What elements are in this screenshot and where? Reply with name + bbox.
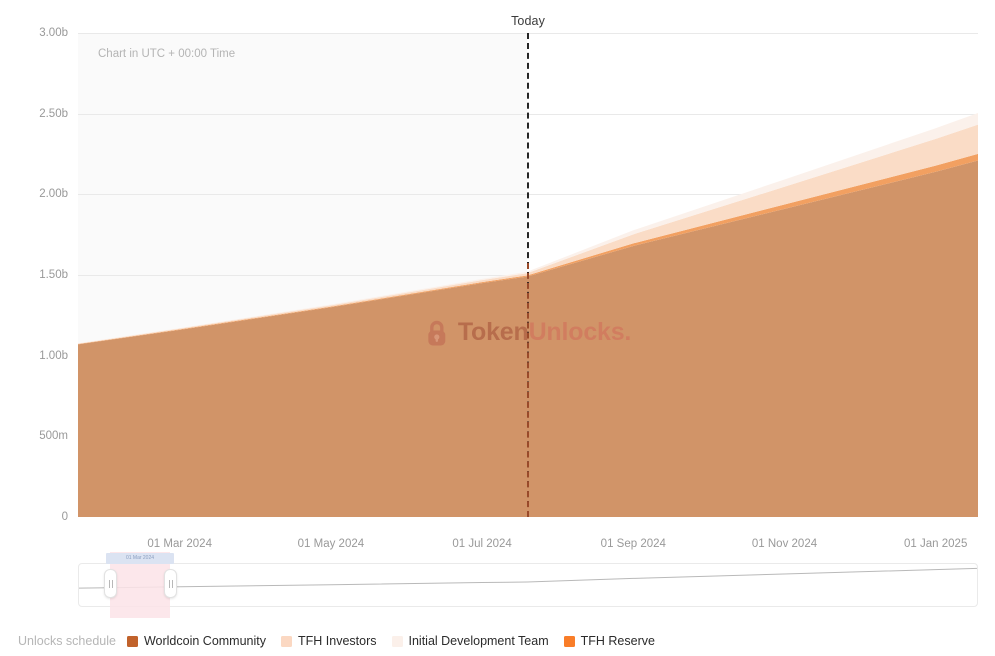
navigator-total-line [79,568,977,588]
x-axis-tick-label: 01 Mar 2024 [147,538,212,550]
x-axis: 01 Mar 2024 01 May 2024 01 Jul 2024 01 S… [78,538,978,558]
navigator-right-handle[interactable] [164,569,177,598]
legend-item-label: TFH Investors [298,634,377,648]
legend-swatch [563,635,575,647]
x-axis-tick-label: 01 May 2024 [297,538,365,550]
navigator-tooltip: 01 Mar 2024 [106,553,174,564]
legend-title: Unlocks schedule [18,634,116,648]
y-axis-tick-label: 2.00b [39,188,68,201]
legend-item-initial-development-team[interactable]: Initial Development Team [391,634,549,648]
x-axis-tick-label: 01 Sep 2024 [600,538,666,550]
legend-item-worldcoin-community[interactable]: Worldcoin Community [126,634,266,648]
legend-swatch [281,635,292,647]
legend-item-label: TFH Reserve [580,634,655,648]
y-axis-tick-label: 1.00b [39,349,68,362]
range-navigator[interactable]: 01 Mar 2024 [78,552,978,618]
token-unlocks-chart: Today 3.00b 2.50b 2.00b 1.50b 1.00b 500m… [0,0,995,656]
y-axis-tick-label: 1.50b [39,269,68,281]
legend-swatch [126,635,138,647]
navigator-left-handle[interactable] [104,569,117,598]
y-axis-tick-label: 2.50b [39,107,68,120]
legend-item-label: Worldcoin Community [143,634,266,648]
x-axis-tick-label: 01 Jan 2025 [904,538,968,550]
navigator-tooltip-label: 01 Mar 2024 [125,555,155,561]
legend-item-label: Initial Development Team [408,634,549,648]
y-axis-tick-label: 500m [39,430,68,443]
grip-line [112,580,113,588]
y-axis-tick-label: 3.00b [39,27,68,39]
today-marker-label: Today [511,14,545,28]
plot-area: Chart in UTC + 00:00 Time TokenUnlocks. [78,33,978,517]
chart-legend: Unlocks schedule Worldcoin Community TFH… [18,634,663,648]
navigator-sparkline [79,564,977,606]
utc-note: Chart in UTC + 00:00 Time [98,48,236,60]
grip-line [109,580,110,588]
x-axis-tick-label: 01 Nov 2024 [751,538,818,550]
grip-line [172,580,173,588]
x-axis-tick-label: 01 Jul 2024 [452,538,512,550]
grip-line [169,580,170,588]
y-axis-tick-label: 0 [61,511,68,523]
legend-item-tfh-investors[interactable]: TFH Investors [281,634,377,648]
today-dashed-line-overlay [527,263,529,517]
legend-swatch [391,635,403,647]
legend-item-tfh-reserve[interactable]: TFH Reserve [563,634,655,648]
y-axis: 3.00b 2.50b 2.00b 1.50b 1.00b 500m 0 [0,27,68,523]
